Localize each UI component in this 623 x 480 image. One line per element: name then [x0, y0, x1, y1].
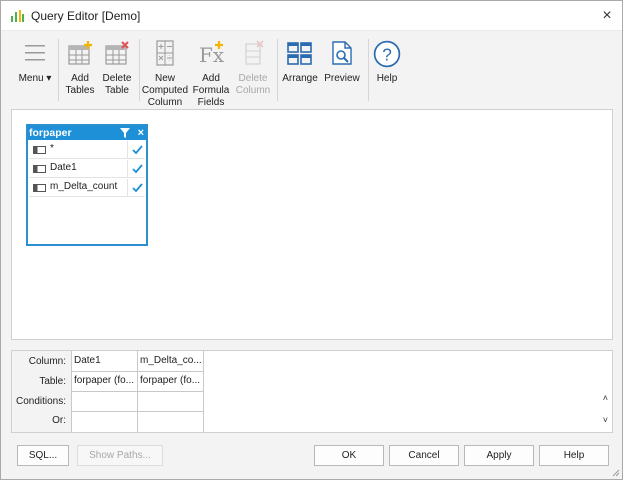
- arrange-label: Arrange: [282, 73, 318, 84]
- filter-icon[interactable]: [120, 128, 130, 138]
- preview-label: Preview: [324, 73, 360, 84]
- delete-table-button[interactable]: Delete Table: [99, 39, 135, 107]
- toolbar-separator: [368, 39, 369, 101]
- or-cell[interactable]: [138, 412, 203, 432]
- checkmark-icon: [132, 183, 143, 193]
- delete-column-button[interactable]: Delete Column: [233, 39, 273, 107]
- delete-column-icon: [245, 40, 264, 65]
- menu-label: Menu ▾: [18, 73, 52, 84]
- field-row[interactable]: m_Delta_count: [29, 178, 145, 197]
- resize-grip-icon[interactable]: [610, 467, 620, 477]
- delete-table-label: Delete Table: [102, 73, 132, 96]
- menu-button[interactable]: Menu ▾: [15, 39, 55, 107]
- toolbar-separator: [139, 39, 140, 101]
- preview-button[interactable]: Preview: [321, 39, 363, 107]
- scroll-up-arrow[interactable]: ˄: [603, 393, 608, 403]
- arrange-icon: [287, 42, 312, 65]
- query-editor-window: Query Editor [Demo] × Menu ▾ Add Tables …: [0, 0, 623, 480]
- toolbar-separator: [58, 39, 59, 101]
- close-window-button[interactable]: ×: [592, 1, 622, 30]
- add-tables-label: Add Tables: [65, 73, 95, 96]
- new-computed-column-button[interactable]: New Computed Column: [141, 39, 189, 108]
- help-toolbar-button[interactable]: ? Help: [371, 39, 403, 107]
- toolbar: Menu ▾ Add Tables Delete Table New Compu…: [1, 31, 622, 109]
- criteria-grid: Column: Table: Conditions: Or: Date1 for…: [11, 350, 613, 433]
- add-tables-button[interactable]: Add Tables: [61, 39, 99, 107]
- app-logo-icon: [11, 10, 24, 22]
- grid-column-2: m_Delta_co... forpaper (fo...: [137, 351, 203, 432]
- arrange-button[interactable]: Arrange: [281, 39, 319, 107]
- checkmark-icon: [132, 164, 143, 174]
- column-cell[interactable]: m_Delta_co...: [138, 351, 203, 372]
- or-cell[interactable]: [72, 412, 137, 432]
- title-bar: Query Editor [Demo] ×: [1, 1, 622, 31]
- ok-button[interactable]: OK: [314, 445, 384, 466]
- delete-column-label: Delete Column: [235, 73, 271, 96]
- computed-column-icon: [156, 40, 174, 66]
- table-box-title: forpaper: [29, 127, 72, 139]
- cancel-button[interactable]: Cancel: [389, 445, 459, 466]
- field-row[interactable]: Date1: [29, 159, 145, 178]
- grid-column-1: Date1 forpaper (fo...: [71, 351, 137, 432]
- close-table-icon[interactable]: ×: [138, 126, 144, 140]
- conditions-cell[interactable]: [138, 392, 203, 412]
- checkmark-icon: [132, 145, 143, 155]
- field-name: *: [50, 143, 54, 154]
- help-toolbar-label: Help: [376, 73, 398, 84]
- apply-button[interactable]: Apply: [464, 445, 534, 466]
- table-row-label: Table:: [39, 376, 66, 387]
- table-box-forpaper[interactable]: forpaper × * Date1 m_Delta_count: [26, 124, 148, 246]
- conditions-cell[interactable]: [72, 392, 137, 412]
- field-checkbox[interactable]: [127, 160, 145, 177]
- field-checkbox[interactable]: [127, 141, 145, 158]
- field-list: * Date1 m_Delta_count: [28, 140, 146, 197]
- window-title: Query Editor [Demo]: [31, 9, 141, 23]
- add-table-icon: [68, 41, 92, 65]
- or-row-label: Or:: [52, 415, 66, 426]
- query-design-canvas[interactable]: forpaper × * Date1 m_Delta_count: [11, 109, 613, 340]
- column-field-icon: [33, 184, 46, 192]
- sql-button[interactable]: SQL...: [17, 445, 69, 466]
- table-cell[interactable]: forpaper (fo...: [138, 372, 203, 392]
- help-button[interactable]: Help: [539, 445, 609, 466]
- add-formula-fields-button[interactable]: Fx Add Formula Fields: [191, 39, 231, 108]
- field-name: m_Delta_count: [50, 181, 118, 192]
- column-field-icon: [33, 165, 46, 173]
- new-computed-column-label: New Computed Column: [141, 73, 189, 108]
- toolbar-separator: [277, 39, 278, 101]
- show-paths-button[interactable]: Show Paths...: [77, 445, 163, 466]
- column-row-label: Column:: [28, 356, 66, 367]
- conditions-row-label: Conditions:: [15, 396, 66, 407]
- preview-magnifier-icon: [332, 41, 352, 65]
- table-cell[interactable]: forpaper (fo...: [72, 372, 137, 392]
- svg-text:Fx: Fx: [199, 43, 224, 66]
- hamburger-menu-icon: [25, 45, 45, 61]
- table-box-header[interactable]: forpaper ×: [28, 126, 146, 140]
- column-cell[interactable]: Date1: [72, 351, 137, 372]
- grid-column-divider: [203, 351, 204, 432]
- field-row[interactable]: *: [29, 140, 145, 159]
- delete-table-icon: [105, 41, 129, 65]
- column-field-icon: [33, 146, 46, 154]
- grid-row-labels: Column: Table: Conditions: Or:: [12, 351, 71, 432]
- formula-fx-icon: Fx: [199, 41, 224, 66]
- help-question-icon: ?: [373, 40, 401, 68]
- field-name: Date1: [50, 162, 77, 173]
- scroll-down-arrow[interactable]: ˅: [603, 415, 608, 425]
- svg-text:?: ?: [382, 44, 392, 64]
- add-formula-fields-label: Add Formula Fields: [192, 73, 230, 108]
- field-checkbox[interactable]: [127, 179, 145, 196]
